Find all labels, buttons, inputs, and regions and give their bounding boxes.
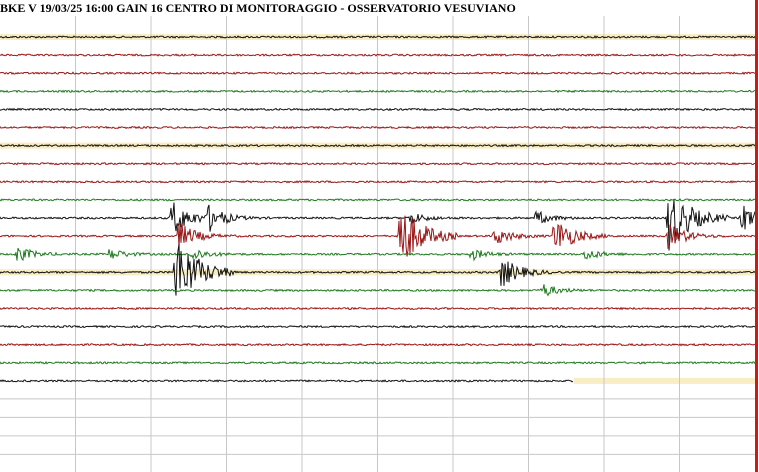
seismic-trace (0, 180, 756, 184)
seismic-trace (0, 379, 574, 383)
highlight-band (573, 377, 755, 384)
seismogram-header: BKE V 19/03/25 16:00 GAIN 16 CENTRO DI M… (0, 1, 516, 15)
seismogram-chart (0, 16, 756, 472)
right-border (755, 0, 758, 472)
